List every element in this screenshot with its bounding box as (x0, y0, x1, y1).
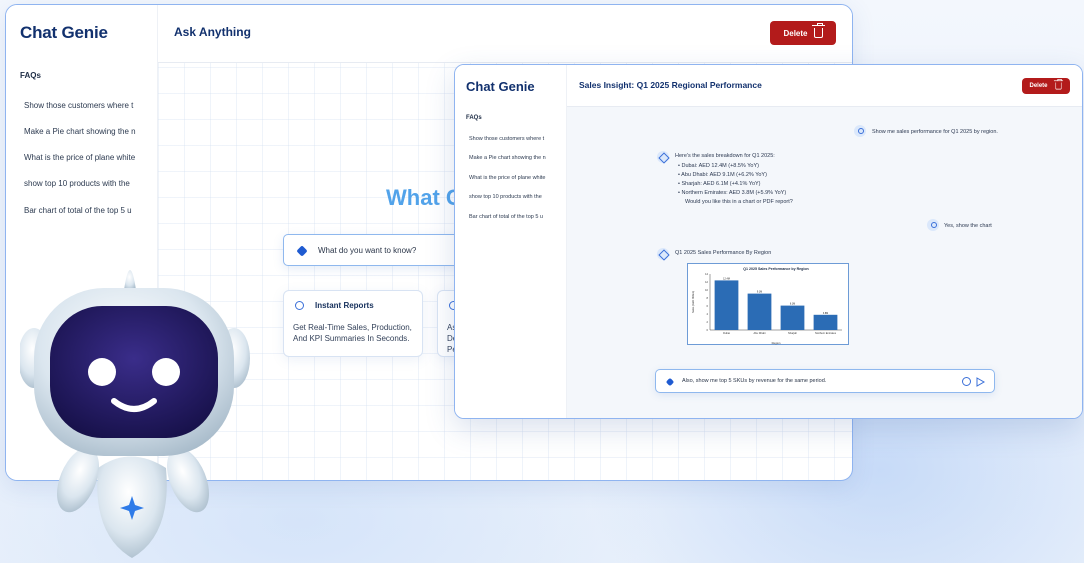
chart-title: Q1 2025 Sales Performance by Region (743, 267, 809, 271)
search-input[interactable]: What do you want to know? (283, 234, 463, 266)
x-tick-label: Dubai (723, 331, 730, 335)
y-tick-label: 10 (705, 288, 708, 292)
bot-bullet: • Abu Dhabi: AED 9.1M (+6.2% YoY) (678, 172, 767, 178)
x-tick-label: Abu Dhabi (753, 331, 766, 335)
faq-item[interactable]: Make a Pie chart showing the n (24, 127, 144, 136)
app-logo[interactable]: Chat Genie (20, 23, 108, 43)
y-tick-label: 6 (707, 304, 709, 308)
bot-bullet: • Northern Emirates: AED 3.8M (+5.9% YoY… (678, 190, 787, 196)
bar (813, 314, 838, 330)
bot-icon (657, 151, 669, 163)
x-tick-label: Sharjah (788, 331, 797, 335)
hero-heading: What C (386, 185, 462, 210)
bar (747, 293, 772, 330)
attach-icon[interactable] (962, 377, 971, 386)
faq-item[interactable]: show top 10 products with the (469, 194, 561, 200)
report-icon (295, 301, 304, 310)
header: Ask Anything Delete (158, 5, 852, 63)
feature-card-instant-reports[interactable]: Instant Reports Get Real-Time Sales, Pro… (283, 290, 423, 357)
y-tick-label: 8 (707, 296, 709, 300)
user-icon (927, 219, 939, 231)
card-body: Get Real-Time Sales, Production, And KPI… (293, 323, 412, 343)
faq-item[interactable]: Make a Pie chart showing the n (469, 155, 561, 161)
genie-icon (665, 377, 675, 387)
user-message: Yes, show the chart (944, 223, 992, 229)
bot-message-intro: Here's the sales breakdown for Q1 2025: (675, 153, 775, 159)
faq-heading: FAQs (466, 115, 482, 121)
bar-data-label: 9.1M (757, 291, 762, 294)
bot-bullet: • Sharjah: AED 6.1M (+4.1% YoY) (678, 181, 761, 187)
faq-item[interactable]: Bar chart of total of the top 5 u (24, 206, 144, 215)
search-placeholder: What do you want to know? (318, 246, 417, 255)
chart-caption: Q1 2025 Sales Performance By Region (675, 250, 772, 256)
sidebar: Chat Genie FAQs Show those customers whe… (455, 65, 567, 418)
bar-data-label: 6.1M (790, 303, 795, 306)
faq-item[interactable]: Show those customers where t (24, 101, 144, 110)
bar (714, 280, 739, 330)
x-axis-label: Region (772, 341, 781, 345)
trash-icon (1053, 79, 1063, 90)
chart-svg: Q1 2025 Sales Performance by Region 0 2 4 6 8… (691, 267, 842, 345)
bar (780, 305, 805, 330)
delete-button[interactable]: Delete (770, 21, 836, 45)
delete-label: Delete (783, 28, 808, 38)
front-app-window: Chat Genie FAQs Show those customers whe… (454, 64, 1083, 419)
user-icon (854, 125, 866, 137)
y-tick-label: 14 (705, 272, 708, 276)
x-tick-label: Northern Emirates (815, 331, 837, 335)
trash-icon (811, 23, 825, 38)
faq-item[interactable]: show top 10 products with the (24, 179, 144, 188)
genie-icon (296, 245, 308, 257)
y-tick-label: 2 (707, 320, 709, 324)
bot-bullet: • Dubai: AED 12.4M (+8.5% YoY) (678, 163, 759, 169)
header: Sales Insight: Q1 2025 Regional Performa… (567, 65, 1082, 107)
chat-input[interactable]: Also, show me top 5 SKUs by revenue for … (655, 369, 995, 393)
send-icon[interactable] (976, 377, 985, 387)
delete-label: Delete (1029, 83, 1048, 89)
card-title: Instant Reports (315, 301, 374, 310)
chat-input-text: Also, show me top 5 SKUs by revenue for … (682, 378, 827, 384)
faq-item[interactable]: What is the price of plane white (24, 153, 144, 162)
chat-genie-robot-mascot (20, 270, 250, 558)
bar-data-label: 12.4M (723, 277, 730, 280)
bar-chart[interactable]: Q1 2025 Sales Performance by Region 0 2 4 6 8… (687, 263, 849, 345)
bot-question: Would you like this in a chart or PDF re… (685, 199, 793, 205)
faq-item[interactable]: Show those customers where t (469, 136, 561, 142)
faq-item[interactable]: What is the price of plane white (469, 175, 561, 181)
user-message: Show me sales performance for Q1 2025 by… (872, 129, 998, 135)
faq-item[interactable]: Bar chart of total of the top 5 u (469, 214, 561, 220)
bot-icon (657, 248, 669, 260)
page-title: Sales Insight: Q1 2025 Regional Performa… (579, 80, 762, 90)
chat-panel: Sales Insight: Q1 2025 Regional Performa… (567, 65, 1082, 418)
delete-button[interactable]: Delete (1022, 78, 1070, 94)
y-axis-label: Sales (AED Million) (691, 291, 695, 313)
app-logo[interactable]: Chat Genie (466, 79, 535, 94)
faq-heading: FAQs (20, 71, 41, 80)
bar-data-label: 3.8M (823, 312, 828, 315)
y-tick-label: 12 (705, 280, 708, 284)
page-title: Ask Anything (174, 25, 251, 39)
y-tick-label: 0 (707, 328, 709, 332)
y-tick-label: 4 (707, 312, 709, 316)
